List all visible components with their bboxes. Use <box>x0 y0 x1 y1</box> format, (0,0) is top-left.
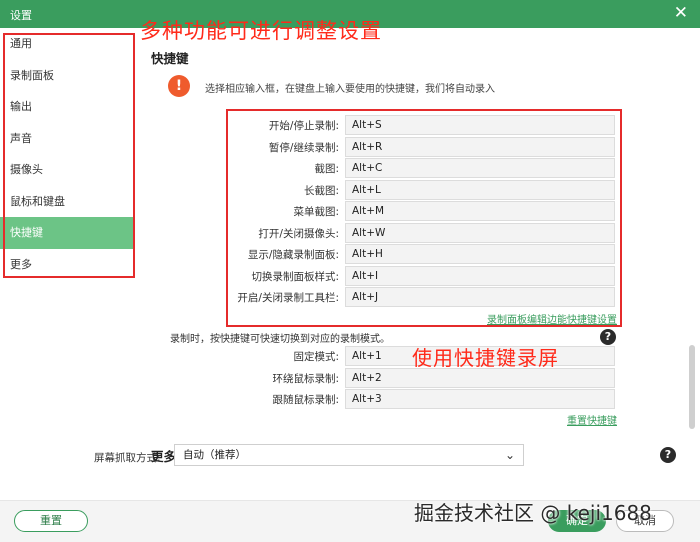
annotation-text-top: 多种功能可进行调整设置 <box>140 19 382 43</box>
chevron-down-icon: ⌄ <box>504 448 515 462</box>
reset-shortcuts-link[interactable]: 重置快捷键 <box>567 412 617 427</box>
capture-mode-label: 屏幕抓取方式: <box>94 452 161 464</box>
question-icon[interactable]: ? <box>600 329 616 345</box>
annotation-box-sidebar <box>3 33 135 278</box>
window-title: 设置 <box>10 9 32 22</box>
exclamation-icon: ! <box>168 75 190 97</box>
watermark: 掘金技术社区 @ keji1688 <box>414 501 652 525</box>
capture-mode-value: 自动（推荐） <box>183 449 246 461</box>
mode-label: 固定模式: <box>293 351 339 363</box>
reset-button[interactable]: 重置 <box>14 510 88 532</box>
annotation-box-shortcuts <box>226 109 622 327</box>
mode-switch-note: 录制时，按快捷键可快速切换到对应的录制模式。 <box>170 334 390 345</box>
capture-mode-select[interactable]: 自动（推荐） ⌄ <box>174 444 524 466</box>
shortcuts-hint: 选择相应输入框，在键盘上输入要使用的快捷键，我们将自动录入 <box>205 84 495 95</box>
mode-label: 环绕鼠标录制: <box>272 372 339 385</box>
mode-label: 跟随鼠标录制: <box>272 394 339 406</box>
question-icon[interactable]: ? <box>660 447 676 463</box>
shortcuts-section-title: 快捷键 <box>151 51 189 66</box>
annotation-text-middle: 使用快捷键录屏 <box>412 346 559 370</box>
close-icon[interactable]: ✕ <box>674 3 688 23</box>
scrollbar-thumb[interactable] <box>689 345 695 429</box>
mode-follow-mouse-input[interactable] <box>345 389 615 409</box>
